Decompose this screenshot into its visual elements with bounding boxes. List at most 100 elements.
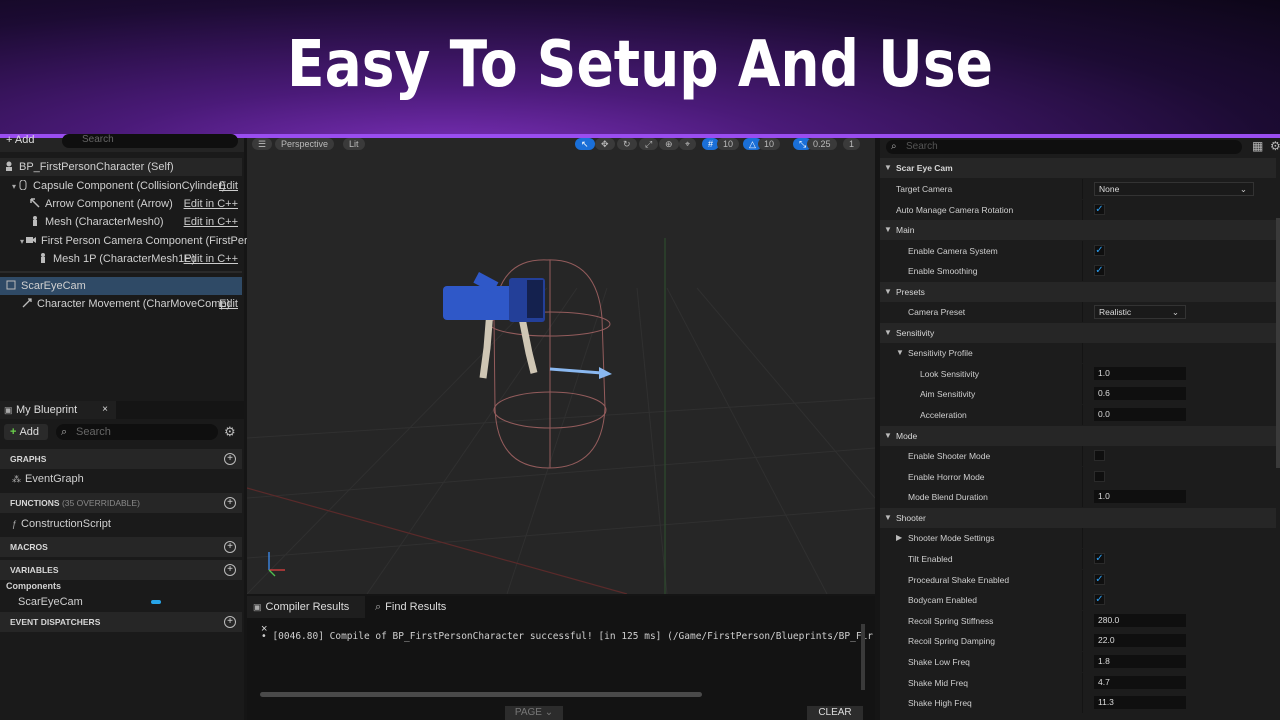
- console-hscroll[interactable]: [260, 692, 702, 697]
- edit-in-cpp-link[interactable]: Edit in C++: [184, 213, 238, 231]
- add-component-button[interactable]: + Add: [6, 134, 34, 146]
- property-acceleration: Acceleration 0.0: [880, 405, 1276, 425]
- tab-compiler-results[interactable]: ▣ Compiler Results ×: [247, 596, 365, 635]
- camera-speed-value[interactable]: 1: [843, 138, 861, 150]
- aim-sensitivity-input[interactable]: 0.6: [1094, 387, 1186, 400]
- section-functions[interactable]: FUNCTIONS (35 OVERRIDABLE) +: [0, 493, 242, 513]
- function-icon: ƒ: [12, 519, 18, 529]
- collapse-arrow-icon[interactable]: ▾: [20, 237, 24, 246]
- details-scrollbar[interactable]: [1276, 218, 1280, 468]
- add-button[interactable]: + Add: [4, 424, 48, 440]
- property-sensitivity-profile[interactable]: ▼ Sensitivity Profile: [880, 343, 1276, 363]
- tree-item-label: Character Movement (CharMoveComp): [37, 298, 231, 310]
- components-search-input[interactable]: Search: [62, 134, 238, 148]
- lit-button[interactable]: Lit: [343, 138, 365, 150]
- tree-item-camera[interactable]: ▾ First Person Camera Component (FirstPer…: [0, 232, 253, 250]
- grid-snap-value[interactable]: 10: [717, 138, 740, 150]
- blueprint-search-input[interactable]: ⌕ Search: [56, 424, 218, 440]
- camera-preset-select[interactable]: Realistic ⌄: [1094, 305, 1186, 319]
- property-label: Enable Smoothing: [908, 266, 978, 276]
- enable-smoothing-checkbox[interactable]: ✓: [1094, 265, 1105, 276]
- console-vscroll[interactable]: [861, 624, 865, 690]
- translate-tool-icon[interactable]: ✥: [595, 138, 615, 150]
- property-look-sensitivity: Look Sensitivity 1.0: [880, 364, 1276, 384]
- acceleration-input[interactable]: 0.0: [1094, 408, 1186, 421]
- tree-item-capsule[interactable]: ▾ Capsule Component (CollisionCylinder) E…: [0, 177, 242, 195]
- tree-item-arrow[interactable]: Arrow Component (Arrow) Edit in C++: [0, 195, 242, 213]
- tree-item-label: Mesh 1P (CharacterMesh1P): [53, 253, 196, 265]
- list-item-constructionscript[interactable]: ƒ ConstructionScript: [0, 515, 242, 533]
- look-sensitivity-input[interactable]: 1.0: [1094, 367, 1186, 380]
- tilt-checkbox[interactable]: ✓: [1094, 553, 1105, 564]
- settings-icon[interactable]: ⚙: [1270, 139, 1280, 153]
- property-label: Enable Horror Mode: [908, 472, 985, 482]
- surface-snap-icon[interactable]: ⌖: [679, 138, 697, 150]
- viewport[interactable]: ☰ Perspective Lit ↖ ✥ ↻ ⤢ ⊕ ⌖ # 10 △ 10 …: [247, 138, 875, 594]
- person-icon: [4, 159, 14, 171]
- horror-mode-checkbox[interactable]: [1094, 471, 1105, 482]
- category-main[interactable]: ▼ Main: [880, 220, 1276, 240]
- variable-type-pill: [151, 600, 161, 604]
- section-macros[interactable]: MACROS +: [0, 537, 242, 557]
- list-item-variable[interactable]: ScarEyeCam: [0, 593, 242, 611]
- enable-camera-checkbox[interactable]: ✓: [1094, 245, 1105, 256]
- add-function-icon[interactable]: +: [224, 497, 236, 509]
- collapse-arrow-icon[interactable]: ▾: [12, 182, 16, 191]
- shake-mid-input[interactable]: 4.7: [1094, 676, 1186, 689]
- target-camera-select[interactable]: None ⌄: [1094, 182, 1254, 196]
- section-variables[interactable]: VARIABLES +: [0, 560, 242, 580]
- tab-find-results[interactable]: ⌕ Find Results: [373, 596, 446, 618]
- add-variable-icon[interactable]: +: [224, 564, 236, 576]
- variable-group-components[interactable]: Components: [0, 579, 242, 593]
- select-tool-icon[interactable]: ↖: [575, 138, 595, 150]
- close-tab-icon[interactable]: ×: [102, 401, 108, 419]
- rotation-snap-value[interactable]: 10: [758, 138, 781, 150]
- table-view-icon[interactable]: ▦: [1252, 139, 1263, 153]
- edit-link[interactable]: Edit: [219, 177, 238, 195]
- page-dropdown[interactable]: PAGE ⌄: [505, 706, 563, 720]
- rotate-tool-icon[interactable]: ↻: [617, 138, 637, 150]
- shake-high-input[interactable]: 11.3: [1094, 696, 1186, 709]
- category-scar-eye-cam[interactable]: ▼ Scar Eye Cam: [880, 158, 1276, 178]
- tab-my-blueprint[interactable]: ▣ My Blueprint ×: [0, 401, 116, 419]
- edit-in-cpp-link[interactable]: Edit in C++: [184, 195, 238, 213]
- tree-item-label: Capsule Component (CollisionCylinder): [33, 180, 226, 192]
- gear-icon[interactable]: ⚙: [224, 424, 236, 440]
- scale-tool-icon[interactable]: ⤢: [639, 138, 659, 150]
- viewport-scene: [247, 238, 875, 594]
- auto-manage-checkbox[interactable]: ✓: [1094, 204, 1105, 215]
- details-search-input[interactable]: ⌕ Search: [886, 140, 1242, 154]
- property-label: Look Sensitivity: [920, 369, 980, 379]
- add-graph-icon[interactable]: +: [224, 453, 236, 465]
- clear-button[interactable]: CLEAR: [807, 706, 863, 720]
- edit-in-cpp-link[interactable]: Edit in C++: [184, 250, 238, 268]
- shake-low-input[interactable]: 1.8: [1094, 655, 1186, 668]
- tree-item-mesh[interactable]: Mesh (CharacterMesh0) Edit in C++: [0, 213, 242, 231]
- bodycam-checkbox[interactable]: ✓: [1094, 594, 1105, 605]
- shooter-mode-checkbox[interactable]: [1094, 450, 1105, 461]
- list-item-eventgraph[interactable]: ⁂ EventGraph: [0, 470, 242, 488]
- property-shooter-settings[interactable]: ▶ Shooter Mode Settings: [880, 528, 1276, 548]
- tree-item-mesh1p[interactable]: Mesh 1P (CharacterMesh1P) Edit in C++: [0, 250, 242, 268]
- blend-duration-input[interactable]: 1.0: [1094, 490, 1186, 503]
- edit-link[interactable]: Edit: [219, 295, 238, 313]
- tree-item-scareyecam[interactable]: ScarEyeCam: [0, 277, 242, 295]
- section-graphs[interactable]: GRAPHS +: [0, 449, 242, 469]
- recoil-damping-input[interactable]: 22.0: [1094, 634, 1186, 647]
- perspective-button[interactable]: Perspective: [275, 138, 335, 150]
- category-presets[interactable]: ▼ Presets: [880, 282, 1276, 302]
- procedural-shake-checkbox[interactable]: ✓: [1094, 574, 1105, 585]
- add-macro-icon[interactable]: +: [224, 541, 236, 553]
- recoil-stiffness-input[interactable]: 280.0: [1094, 614, 1186, 627]
- tree-item-self[interactable]: BP_FirstPersonCharacter (Self): [0, 158, 242, 176]
- category-mode[interactable]: ▼ Mode: [880, 426, 1276, 446]
- tree-item-movement[interactable]: Character Movement (CharMoveComp) Edit: [0, 295, 242, 313]
- world-icon[interactable]: ⊕: [659, 138, 679, 150]
- viewport-menu-button[interactable]: ☰: [252, 138, 273, 150]
- tree-item-label: Mesh (CharacterMesh0): [45, 216, 164, 228]
- section-event-dispatchers[interactable]: EVENT DISPATCHERS +: [0, 612, 242, 632]
- category-sensitivity[interactable]: ▼ Sensitivity: [880, 323, 1276, 343]
- category-shooter[interactable]: ▼ Shooter: [880, 508, 1276, 528]
- scale-snap-value[interactable]: 0.25: [807, 138, 837, 150]
- add-dispatcher-icon[interactable]: +: [224, 616, 236, 628]
